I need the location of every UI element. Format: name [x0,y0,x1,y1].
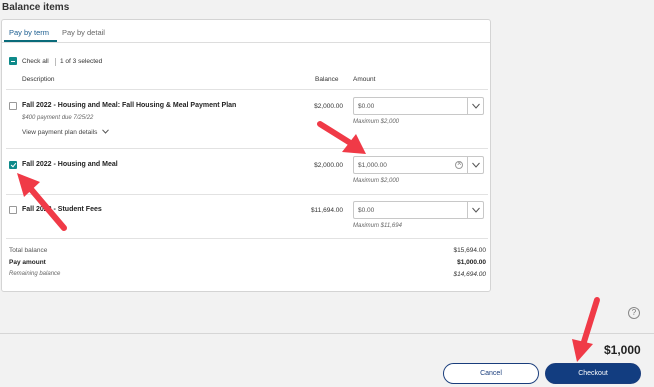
selection-count: 1 of 3 selected [60,58,103,65]
divider [6,238,488,239]
remaining-balance-label: Remaining balance [9,271,61,277]
active-tab-indicator [4,40,57,42]
amount-value: $1,000.00 [358,162,387,169]
chevron-down-icon [472,207,480,213]
amount-input[interactable]: $0.00 [353,97,484,115]
separator [55,58,56,66]
annotation-arrow-checkout [572,297,600,362]
amount-value: $0.00 [358,103,375,110]
item-title: Fall 2022 - Housing and Meal [22,161,118,168]
amount-dropdown-toggle[interactable] [467,98,483,114]
chevron-down-icon [102,129,110,134]
total-balance-value: $15,694.00 [453,247,486,254]
amount-maximum: Maximum $2,000 [353,178,400,184]
column-header-amount: Amount [353,76,376,83]
item-balance: $11,694.00 [310,207,343,214]
column-header-balance: Balance [315,76,339,83]
item-subtitle: $400 payment due 7/25/22 [22,115,94,121]
amount-input[interactable]: $0.00 [353,201,484,219]
amount-maximum: Maximum $2,000 [353,119,400,125]
chevron-down-icon [472,103,480,109]
item-title: Fall 2022 - Housing and Meal: Fall Housi… [22,102,237,109]
item-checkbox[interactable] [9,161,17,169]
chevron-down-icon [472,162,480,168]
footer-divider [0,333,654,334]
item-balance: $2,000.00 [314,103,343,110]
divider [6,148,488,149]
tab-pay-by-detail[interactable]: Pay by detail [62,28,105,37]
view-payment-plan-label: View payment plan details [22,129,98,136]
column-header-description: Description [22,76,55,83]
amount-maximum: Maximum $11,694 [353,223,402,229]
item-title: Fall 2022 - Student Fees [22,206,102,213]
cancel-button[interactable]: Cancel [443,363,539,384]
check-all-label[interactable]: Check all [22,58,49,65]
amount-value: $0.00 [358,207,375,214]
divider [6,89,488,90]
item-checkbox[interactable] [9,206,17,214]
clear-icon[interactable] [455,159,463,169]
tab-bar: Pay by term Pay by detail [2,20,490,43]
item-balance: $2,000.00 [314,162,343,169]
amount-input[interactable]: $1,000.00 [353,156,484,174]
checkout-total: $1,000 [604,343,641,357]
amount-dropdown-toggle[interactable] [467,157,483,173]
checkout-button[interactable]: Checkout [545,363,641,384]
tab-pay-by-term[interactable]: Pay by term [9,28,49,37]
divider [6,194,488,195]
pay-amount-label: Pay amount [9,259,46,266]
page-title: Balance items [2,2,70,13]
check-all-checkbox[interactable] [9,57,17,65]
balance-items-panel: Pay by term Pay by detail Check all 1 of… [1,19,491,292]
total-balance-label: Total balance [9,247,48,254]
view-payment-plan-link[interactable]: View payment plan details [22,129,110,136]
item-checkbox[interactable] [9,102,17,110]
help-icon[interactable]: ? [628,307,640,319]
amount-dropdown-toggle[interactable] [467,202,483,218]
pay-amount-value: $1,000.00 [457,259,486,266]
remaining-balance-value: $14,694.00 [453,271,486,278]
